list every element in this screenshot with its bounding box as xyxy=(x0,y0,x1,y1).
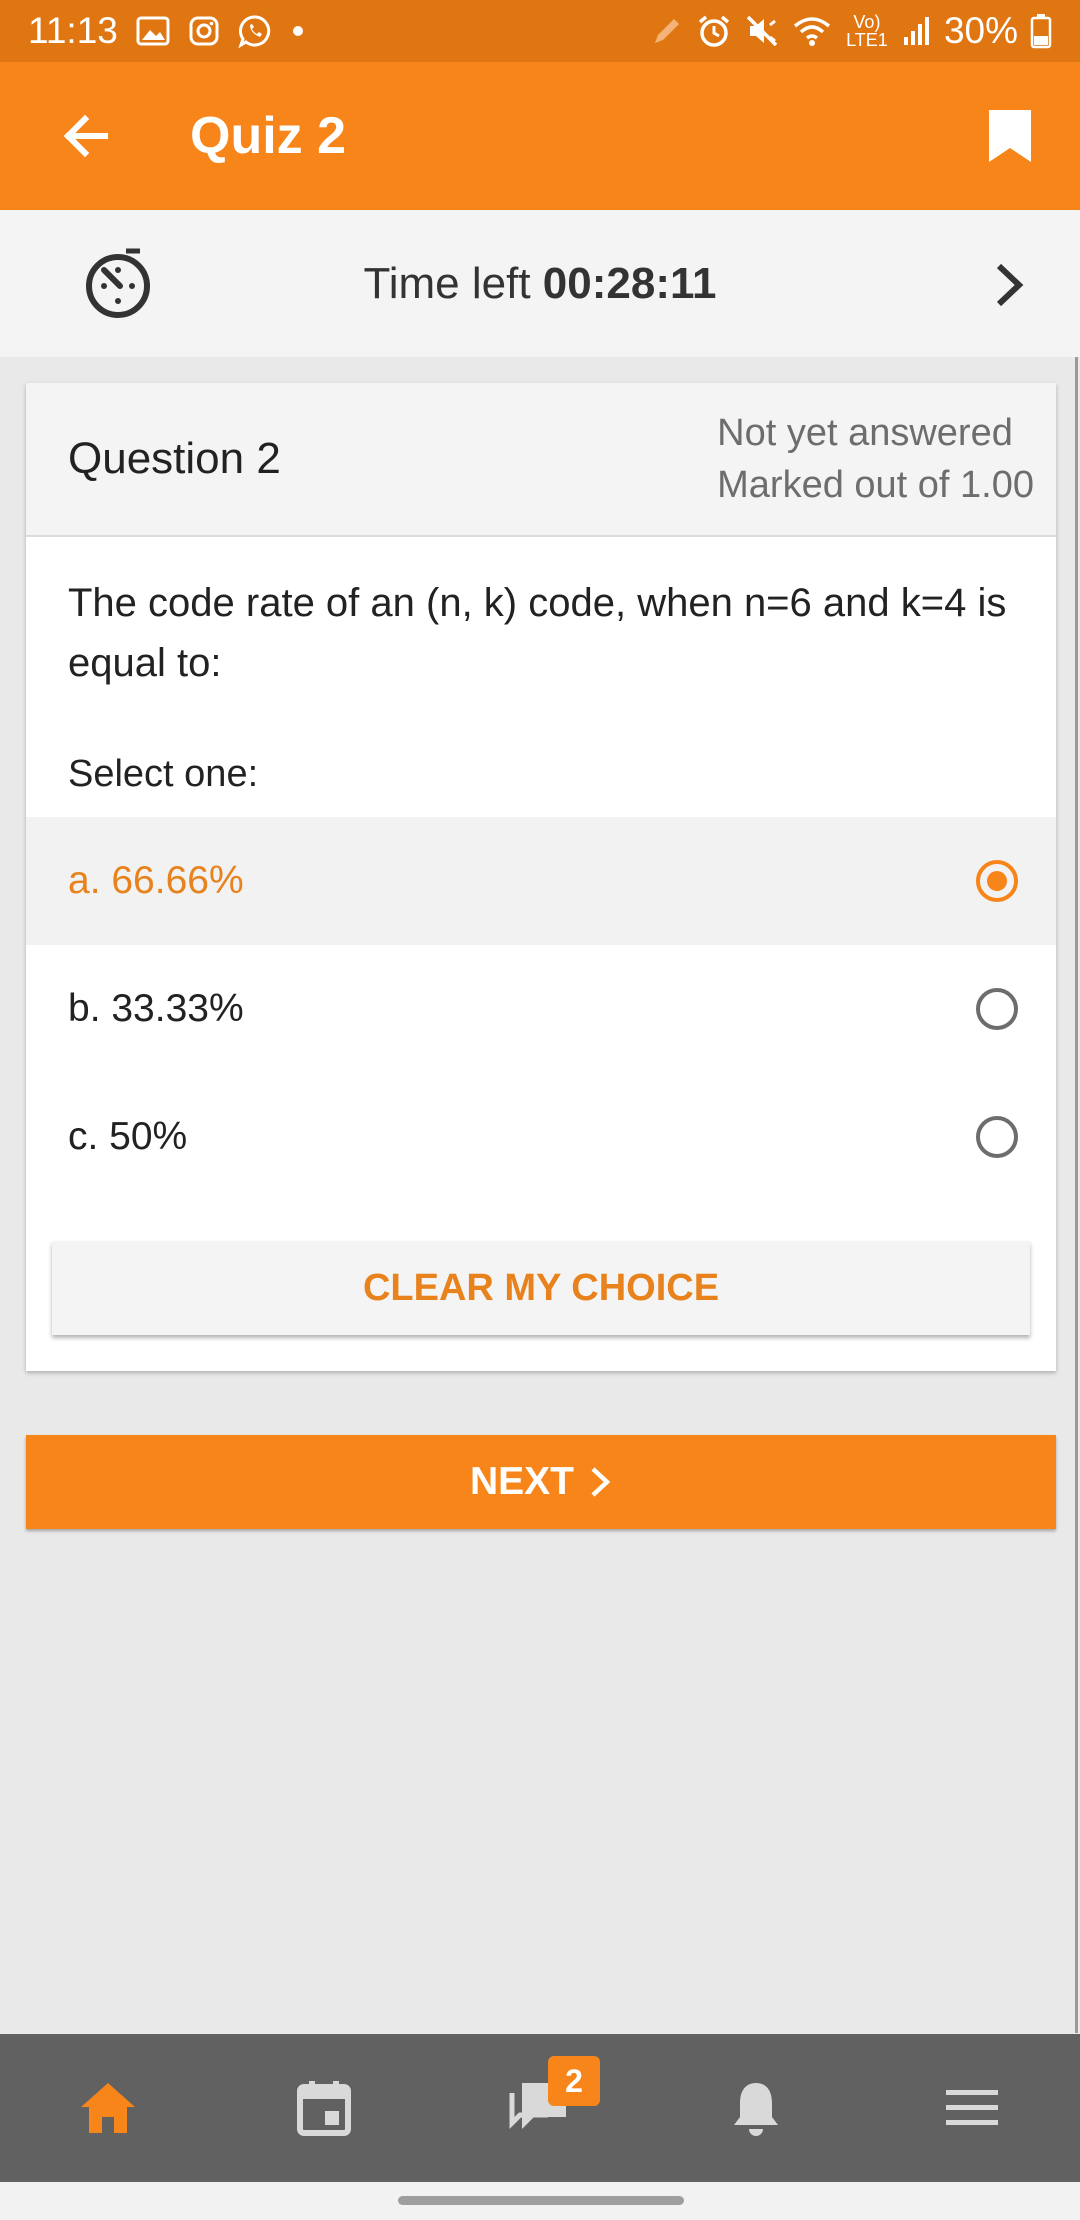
radio-unselected-icon[interactable] xyxy=(976,1116,1018,1158)
nav-notifications[interactable] xyxy=(696,2048,816,2168)
dot-icon xyxy=(290,23,306,39)
network-label: Vo) LTE1 xyxy=(846,12,888,50)
app-bar: Quiz 2 xyxy=(0,62,1080,210)
home-icon xyxy=(81,2083,135,2133)
bookmark-icon xyxy=(989,110,1031,162)
battery-percent: 30% xyxy=(943,10,1018,51)
time-left-label: Time left xyxy=(363,258,543,308)
arrow-left-icon xyxy=(63,114,108,158)
calendar-icon xyxy=(297,2081,351,2136)
menu-icon xyxy=(946,2090,998,2125)
quiz-navigation-button[interactable] xyxy=(974,250,1044,320)
option-label: b. 33.33% xyxy=(68,987,244,1030)
next-button[interactable]: NEXT xyxy=(26,1435,1056,1529)
page-title: Quiz 2 xyxy=(190,107,347,165)
messages-badge: 2 xyxy=(548,2056,600,2106)
nav-messages[interactable]: 2 xyxy=(480,2048,600,2168)
system-navigation-bar xyxy=(0,2182,1080,2220)
nav-calendar[interactable] xyxy=(264,2048,384,2168)
timer-bar: Time left 00:28:11 xyxy=(0,210,1080,357)
whatsapp-icon xyxy=(238,14,272,48)
option-label: c. 50% xyxy=(68,1115,188,1158)
question-text: The code rate of an (n, k) code, when n=… xyxy=(68,581,1007,685)
radio-unselected-icon[interactable] xyxy=(976,988,1018,1030)
instagram-icon xyxy=(188,15,220,47)
wifi-icon xyxy=(792,14,832,48)
time-left: Time left 00:28:11 xyxy=(0,259,1080,309)
select-one-label: Select one: xyxy=(68,753,259,795)
notifications-icon xyxy=(734,2083,778,2136)
clear-choice-button[interactable]: CLEAR MY CHOICE xyxy=(52,1241,1030,1335)
option-c[interactable]: c. 50% xyxy=(26,1073,1056,1201)
back-button[interactable] xyxy=(40,91,130,181)
question-card: Question 2 Not yet answered Marked out o… xyxy=(26,383,1056,1371)
scrollbar[interactable] xyxy=(1075,357,1078,2033)
radio-selected-icon[interactable] xyxy=(976,860,1018,902)
time-left-value: 00:28:11 xyxy=(542,258,717,308)
option-label: a. 66.66% xyxy=(68,859,244,902)
alarm-icon xyxy=(696,13,732,49)
bookmark-button[interactable] xyxy=(970,96,1050,176)
home-gesture-handle[interactable] xyxy=(398,2196,684,2205)
signal-icon xyxy=(902,15,932,47)
nav-home[interactable] xyxy=(48,2048,168,2168)
answer-options: a. 66.66% b. 33.33% c. 50% xyxy=(26,817,1056,1201)
pen-icon xyxy=(650,14,684,48)
question-header: Question 2 Not yet answered Marked out o… xyxy=(26,383,1056,537)
status-bar: 11:13 Vo) LTE1 30% xyxy=(0,0,1080,62)
gallery-icon xyxy=(136,16,170,46)
status-time: 11:13 xyxy=(28,10,118,51)
option-b[interactable]: b. 33.33% xyxy=(26,945,1056,1073)
option-a[interactable]: a. 66.66% xyxy=(26,817,1056,945)
question-number: Question 2 xyxy=(68,434,281,483)
marks-info: Marked out of 1.00 xyxy=(717,464,1034,506)
next-button-label: NEXT xyxy=(469,1460,574,1503)
battery-icon xyxy=(1030,13,1052,49)
bottom-navigation: 2 xyxy=(0,2034,1080,2182)
chevron-right-icon xyxy=(591,1467,611,1497)
question-info: Not yet answered Marked out of 1.00 xyxy=(717,407,1034,511)
nav-menu[interactable] xyxy=(912,2048,1032,2168)
chevron-right-icon xyxy=(996,263,1024,307)
answer-status: Not yet answered xyxy=(717,412,1013,454)
mute-icon xyxy=(744,13,780,49)
